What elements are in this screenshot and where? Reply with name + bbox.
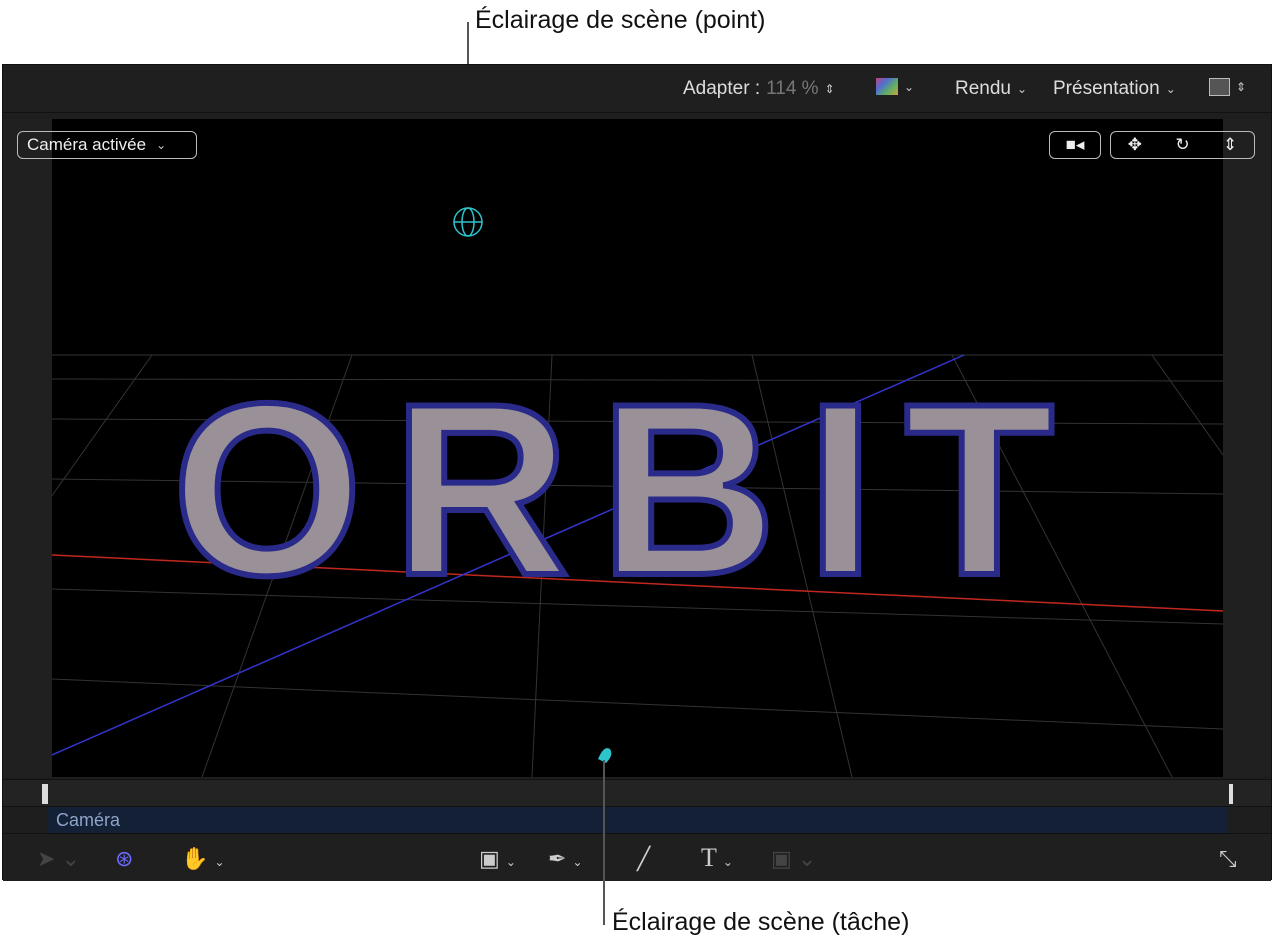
- chevron-down-icon: ⌄: [1165, 82, 1176, 96]
- bezier-tool-icon[interactable]: ✒ ⌄: [548, 846, 583, 872]
- view-menu[interactable]: Présentation ⌄: [1053, 78, 1176, 100]
- scene-canvas[interactable]: ORBIT: [52, 119, 1223, 777]
- camera-menu[interactable]: Caméra activée ⌄: [17, 131, 197, 159]
- pan-tool-icon[interactable]: ✋ ⌄: [181, 846, 225, 872]
- orbit-icon[interactable]: ↻: [1175, 135, 1189, 155]
- camera-track-label: Caméra: [56, 810, 121, 830]
- view-label: Présentation: [1053, 78, 1160, 99]
- camera-tools: ✥ ↻ ⇕: [1110, 131, 1255, 159]
- zoom-control[interactable]: Adapter : 114 % ⇕: [683, 78, 835, 100]
- dolly-icon[interactable]: ⇕: [1223, 135, 1237, 155]
- scene-render: ORBIT: [52, 207, 1223, 777]
- orbit-tool-icon[interactable]: ⊛: [115, 846, 133, 872]
- camera-view-button[interactable]: ■◂: [1049, 131, 1101, 159]
- shape-tool-icon[interactable]: ▣ ⌄: [479, 846, 516, 872]
- orbit-text: ORBIT: [172, 352, 1084, 626]
- callout-line-bottom: [603, 760, 605, 925]
- text-tool-icon[interactable]: T ⌄: [701, 843, 733, 873]
- render-label: Rendu: [955, 78, 1011, 99]
- callout-spot-light: Éclairage de scène (tâche): [612, 908, 910, 936]
- mini-timeline[interactable]: [3, 779, 1271, 807]
- viewer: ORBIT Caméra activée ⌄ ■◂ ✥ ↻ ⇕: [3, 119, 1271, 777]
- viewer-toolbar: Adapter : 114 % ⇕ ⌄ Rendu ⌄ Présentation ⌄…: [3, 65, 1271, 113]
- chevron-down-icon: ⌄: [1017, 82, 1028, 96]
- chevron-down-icon: ⌄: [904, 79, 915, 94]
- select-tool-icon[interactable]: ➤ ⌄: [37, 846, 80, 872]
- mask-tool-icon[interactable]: ▣ ⌄: [771, 846, 816, 872]
- layout-icon: [1209, 78, 1230, 96]
- play-range-end-marker[interactable]: [1229, 784, 1233, 804]
- callout-point-light: Éclairage de scène (point): [475, 6, 766, 34]
- stepper-icon: ⇕: [824, 82, 835, 96]
- pan-icon[interactable]: ✥: [1128, 135, 1142, 155]
- chevron-down-icon: ⌄: [156, 138, 167, 152]
- color-swatch-icon: [876, 78, 898, 95]
- tool-bar: ➤ ⌄ ⊛ ✋ ⌄ ▣ ⌄ ✒ ⌄ ╱ T ⌄ ▣ ⌄ ⤡: [3, 833, 1271, 881]
- stepper-icon: ⇕: [1236, 80, 1247, 94]
- camera-track[interactable]: Caméra: [48, 807, 1228, 833]
- camera-menu-label: Caméra activée: [27, 135, 147, 154]
- canvas-window: Adapter : 114 % ⇕ ⌄ Rendu ⌄ Présentation ⌄…: [2, 64, 1272, 881]
- color-channels-menu[interactable]: ⌄: [876, 78, 914, 95]
- paint-tool-icon[interactable]: ╱: [637, 846, 650, 872]
- fit-label: Adapter :: [683, 78, 761, 99]
- render-menu[interactable]: Rendu ⌄: [955, 78, 1027, 100]
- point-light-icon: [453, 207, 483, 237]
- layout-menu[interactable]: ⇕: [1209, 78, 1246, 96]
- zoom-value: 114 %: [766, 78, 819, 99]
- fullscreen-icon[interactable]: ⤡: [1219, 846, 1237, 872]
- play-range-start-marker[interactable]: [42, 784, 48, 804]
